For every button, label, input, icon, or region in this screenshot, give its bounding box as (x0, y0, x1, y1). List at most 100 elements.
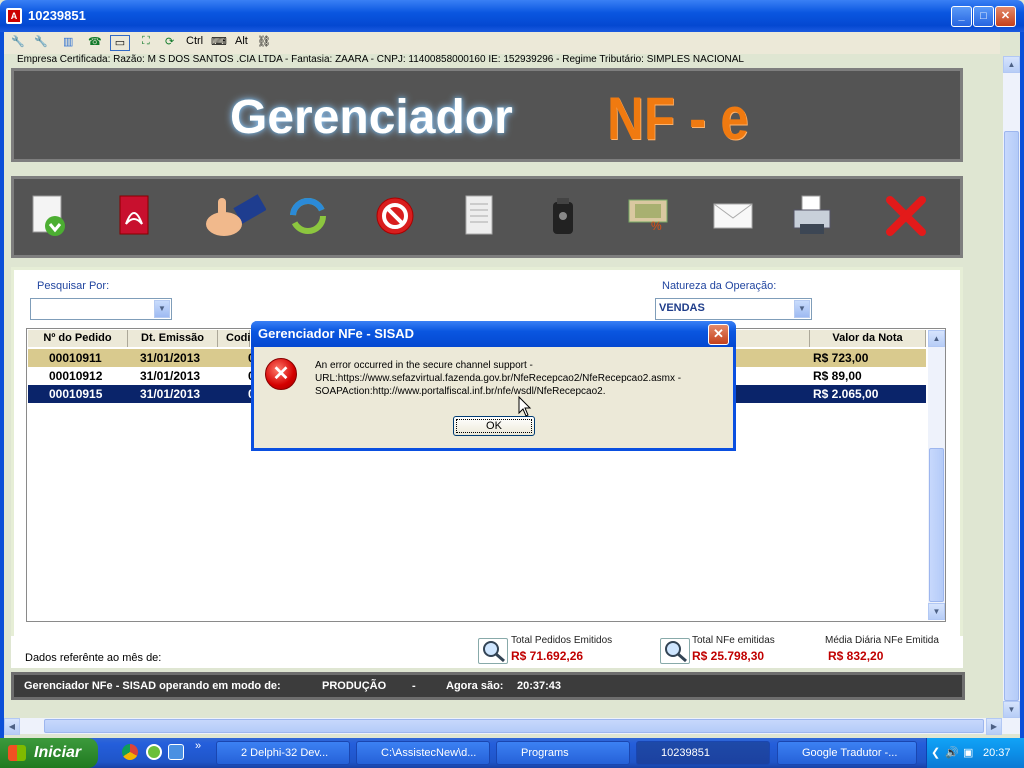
col-header-emissao[interactable]: Dt. Emissão (128, 330, 218, 347)
cell-pedido: 00010915 (49, 387, 103, 401)
dialog-message-line3: SOAPAction:http://www.portalfiscal.inf.b… (315, 386, 606, 397)
dialog-title[interactable]: Gerenciador NFe - SISAD (251, 321, 736, 347)
taskbar-item[interactable]: Programs (496, 741, 630, 765)
quicklaunch-icon[interactable] (146, 744, 162, 760)
nature-dropdown-icon[interactable]: ▼ (794, 300, 810, 318)
start-button[interactable]: Iniciar (0, 738, 98, 768)
taskbar-item-label: C:\AssistecNew\d... (381, 747, 477, 759)
tool-alt-label[interactable]: Alt (235, 35, 248, 51)
magnifier-icon[interactable] (660, 638, 690, 664)
tool-expand-icon[interactable]: ⛶ (142, 35, 150, 51)
tool-refresh-icon[interactable]: ⟳ (165, 35, 174, 51)
cell-valor: R$ 2.065,00 (813, 387, 879, 401)
total-pedidos-label: Total Pedidos Emitidos (511, 635, 613, 646)
nature-combo-value: VENDAS (659, 302, 705, 314)
col-header-codigo[interactable]: Codi (218, 330, 250, 347)
taskbar-item-active[interactable]: 10239851 (636, 741, 770, 765)
cancel-icon[interactable] (373, 194, 417, 238)
col-header-pedido[interactable]: Nº do Pedido (28, 330, 128, 347)
month-label: Dados referênte ao mês de: (25, 652, 162, 664)
nature-label: Natureza da Operação: (662, 280, 777, 292)
banner-title-left: Gerenciador (230, 91, 513, 144)
window-scroll-up-icon[interactable]: ▲ (1003, 56, 1020, 73)
app-icon: A (6, 8, 22, 24)
tool-book-icon[interactable]: ▥ (63, 35, 73, 51)
dialog-message: An error occurred in the secure channel … (315, 359, 681, 398)
taskbar-item[interactable]: C:\AssistecNew\d... (356, 741, 490, 765)
taskbar-item-label: 2 Delphi-32 Dev... (241, 747, 329, 759)
tool-monitor-icon[interactable]: ▭ (110, 35, 130, 51)
tool-wrench-icon[interactable]: 🔧 (11, 35, 25, 51)
scroll-up-icon[interactable]: ▲ (928, 330, 945, 347)
window-vertical-thumb[interactable] (1004, 131, 1019, 701)
status-time: 20:37:43 (517, 680, 562, 692)
table-scroll-thumb[interactable] (929, 448, 944, 602)
system-tray: ❮ 🔊 ▣ 20:37 (926, 738, 1024, 768)
cell-valor: R$ 723,00 (813, 351, 869, 365)
magnifier-icon[interactable] (478, 638, 508, 664)
banner-title-right: NF - e (607, 85, 749, 152)
pdf-icon[interactable] (114, 194, 158, 238)
media-value: R$ 832,20 (828, 649, 884, 663)
window-scroll-left-icon[interactable]: ◀ (4, 718, 20, 735)
new-document-icon[interactable] (29, 194, 73, 238)
col-header-valor[interactable]: Valor da Nota (810, 330, 926, 347)
tray-network-icon[interactable]: ▣ (963, 738, 973, 768)
nature-combo[interactable]: VENDAS ▼ (655, 298, 812, 320)
document-icon[interactable] (458, 194, 502, 238)
maximize-button[interactable]: □ (973, 6, 994, 27)
col-header-blank (735, 330, 810, 347)
taskbar-item-label: 10239851 (661, 747, 710, 759)
search-label: Pesquisar Por: (37, 280, 110, 292)
window-right-border (1020, 32, 1024, 742)
tool-phone-icon[interactable]: ☎ (88, 35, 102, 51)
window-scroll-right-icon[interactable]: ▶ (986, 718, 1002, 735)
status-bar: Gerenciador NFe - SISAD operando em modo… (11, 672, 965, 700)
window-title: 10239851 (28, 8, 86, 23)
mail-icon[interactable] (712, 194, 756, 238)
cell-data: 31/01/2013 (140, 351, 201, 365)
dialog-message-line2: URL:https://www.sefazvirtual.fazenda.gov… (315, 373, 682, 384)
refresh-icon[interactable] (286, 194, 330, 238)
tool-ctrl-label[interactable]: Ctrl (186, 35, 203, 51)
window-close-button[interactable]: ✕ (995, 6, 1016, 27)
search-combo[interactable]: ▼ (30, 298, 172, 320)
dialog-message-line1: An error occurred in the secure channel … (315, 360, 533, 371)
window-scroll-down-icon[interactable]: ▼ (1003, 701, 1020, 718)
taskbar-item-label: Programs (521, 747, 569, 759)
thumbs-up-icon[interactable] (202, 194, 267, 238)
scroll-down-icon[interactable]: ▼ (928, 603, 945, 620)
printer-icon[interactable] (790, 194, 834, 238)
tool-keyboard-icon[interactable]: ⌨ (211, 35, 227, 51)
status-now-label: Agora são: (446, 680, 504, 692)
chrome-quicklaunch-icon[interactable] (122, 744, 138, 760)
tray-volume-icon[interactable]: 🔊 (945, 738, 959, 768)
window-title-bar[interactable] (0, 0, 1024, 32)
cell-data: 31/01/2013 (140, 387, 201, 401)
taskbar-item[interactable]: 2 Delphi-32 Dev... (216, 741, 350, 765)
taskbar-item[interactable]: Google Tradutor -... (777, 741, 917, 765)
status-mode: PRODUÇÃO (322, 680, 387, 692)
window-horizontal-thumb[interactable] (44, 719, 984, 733)
minimize-button[interactable]: _ (951, 6, 972, 27)
quicklaunch-more-icon[interactable]: » (195, 740, 201, 752)
tray-clock[interactable]: 20:37 (983, 738, 1011, 768)
status-separator: - (412, 680, 416, 692)
window-horizontal-scrollbar[interactable]: ◀ ▶ (4, 718, 1020, 735)
money-icon[interactable]: % (627, 194, 671, 238)
close-red-icon[interactable] (884, 194, 928, 238)
tool-wrench2-icon[interactable]: 🔧 (34, 35, 48, 51)
cell-valor: R$ 89,00 (813, 369, 862, 383)
cell-pedido: 00010911 (49, 351, 102, 365)
taskbar-item-label: Google Tradutor -... (802, 747, 898, 759)
cell-data: 31/01/2013 (140, 369, 201, 383)
ie-quicklaunch-icon[interactable] (168, 744, 184, 760)
tray-arrow-icon[interactable]: ❮ (931, 738, 940, 768)
trash-icon[interactable] (541, 194, 585, 238)
toolbar (4, 32, 1000, 54)
window-vertical-scrollbar[interactable]: ▲ ▼ (1003, 56, 1020, 718)
dialog-close-button[interactable]: ✕ (708, 324, 729, 345)
search-dropdown-icon[interactable]: ▼ (154, 300, 170, 318)
tool-link-icon[interactable]: ⛓ (257, 35, 271, 51)
start-label: Iniciar (34, 744, 82, 761)
